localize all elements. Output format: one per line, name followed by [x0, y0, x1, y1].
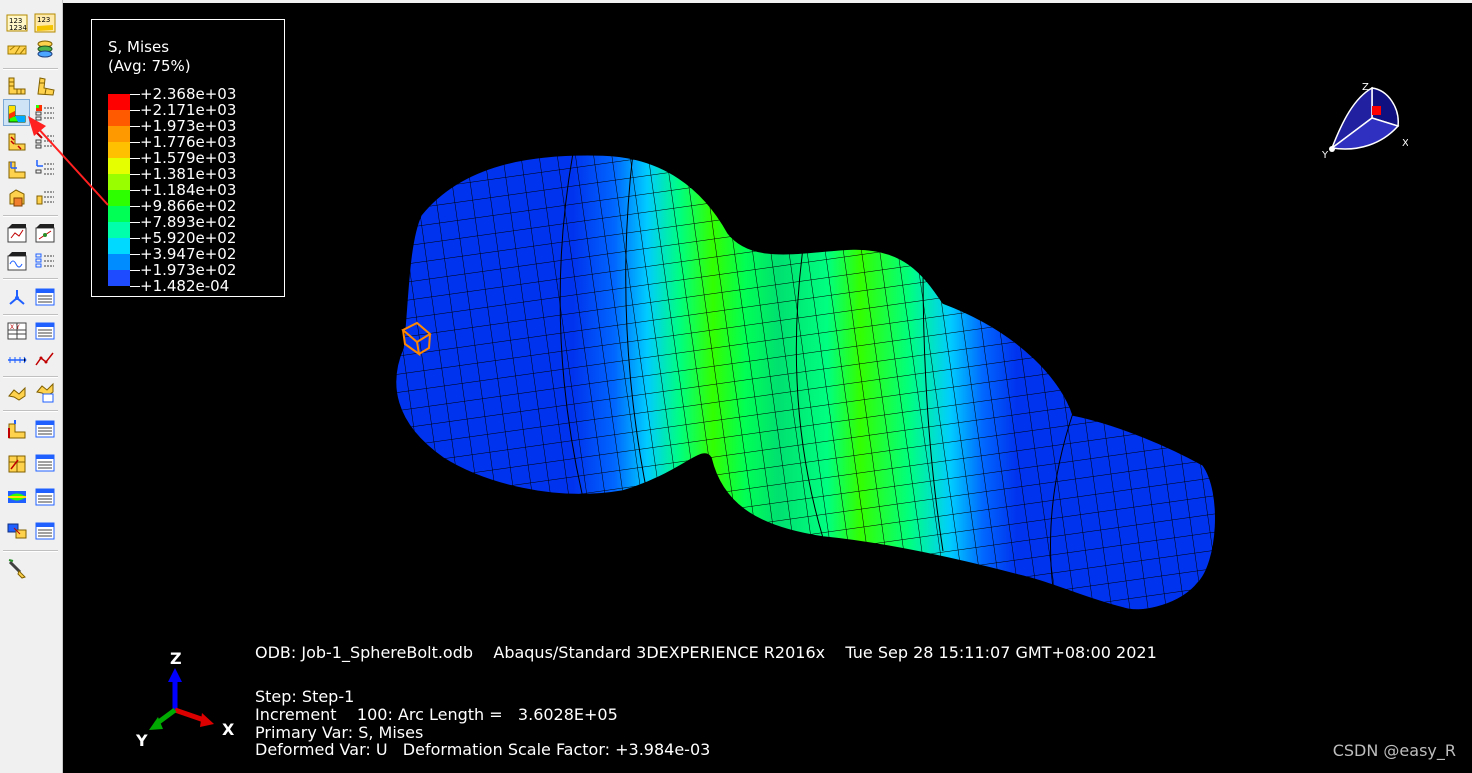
ply-stack-manager-icon[interactable]: [32, 518, 57, 543]
triad-z-label: Z: [170, 649, 182, 668]
spectrum-manager-icon[interactable]: [32, 484, 57, 509]
animate-scale-factor-icon[interactable]: [32, 220, 57, 245]
view-cube-z-label: Z: [1362, 82, 1369, 93]
legend-value: +1.381e+03: [130, 166, 236, 182]
annotation-arrow: [28, 116, 109, 206]
legend-value: +1.482e-04: [130, 278, 229, 294]
plot-undeformed-numbered-icon[interactable]: 123 1234: [4, 10, 29, 35]
legend-subtitle: (Avg: 75%): [108, 57, 191, 75]
svg-text:123: 123: [37, 16, 50, 24]
animate-time-history-icon[interactable]: [4, 220, 29, 245]
free-body-icon[interactable]: [4, 416, 29, 441]
xy-data-manager-icon[interactable]: [32, 318, 57, 343]
legend-value: +1.973e+02: [130, 262, 236, 278]
watermark-text: CSDN @easy_R: [1332, 741, 1456, 760]
legend-swatch: [108, 222, 130, 238]
stream-icon[interactable]: [4, 450, 29, 475]
legend-value: +1.776e+03: [130, 134, 236, 150]
legend-value: +1.973e+03: [130, 118, 236, 134]
increment-info-line: Increment 100: Arc Length = 3.6028E+05: [255, 705, 618, 724]
legend-swatch: [108, 238, 130, 254]
triad-y-label: Y: [135, 731, 148, 750]
legend-value: +1.184e+03: [130, 182, 236, 198]
legend-title: S, Mises: [108, 38, 170, 56]
bolt-mesh[interactable]: [363, 123, 1283, 643]
xy-data-create-icon[interactable]: X Y: [4, 318, 29, 343]
legend-value: +2.171e+03: [130, 102, 236, 118]
layers-icon[interactable]: [32, 36, 57, 61]
ply-stack-icon[interactable]: [4, 518, 29, 543]
legend-swatch: [108, 270, 130, 286]
scale-icon[interactable]: [4, 36, 29, 61]
animate-harmonic-icon[interactable]: [4, 248, 29, 273]
legend-swatch: [108, 254, 130, 270]
view-cube-y-label: Y: [1321, 150, 1329, 161]
deformed-shape-icon[interactable]: [32, 72, 57, 97]
display-group-icon[interactable]: [4, 380, 29, 405]
view-cut-icon[interactable]: [4, 284, 29, 309]
free-body-manager-icon[interactable]: [32, 416, 57, 441]
display-group-manager-icon[interactable]: [32, 380, 57, 405]
view-cube-triad[interactable]: Z X Y: [1318, 78, 1408, 163]
path-create-icon[interactable]: [4, 346, 29, 371]
legend-value: +5.920e+02: [130, 230, 236, 246]
stream-manager-icon[interactable]: [32, 450, 57, 475]
xy-plot-icon[interactable]: [32, 346, 57, 371]
paint-brush-icon[interactable]: [4, 556, 29, 581]
legend-value: +2.368e+03: [130, 86, 236, 102]
view-cut-manager-icon[interactable]: [32, 284, 57, 309]
triad-x-label: X: [222, 720, 235, 739]
odb-info-line: ODB: Job-1_SphereBolt.odb Abaqus/Standar…: [255, 643, 1157, 662]
view-cube-x-label: X: [1402, 138, 1408, 149]
deformed-var-line: Deformed Var: U Deformation Scale Factor…: [255, 740, 711, 759]
legend-value: +1.579e+03: [130, 150, 236, 166]
animation-options-icon[interactable]: [32, 248, 57, 273]
contour-legend[interactable]: S, Mises (Avg: 75%) +2.368e+03 +2.171e+03…: [91, 19, 285, 297]
legend-value: +3.947e+02: [130, 246, 236, 262]
spectrum-icon[interactable]: [4, 484, 29, 509]
legend-value: +9.866e+02: [130, 198, 236, 214]
svg-text:1234: 1234: [9, 24, 27, 32]
global-triad: Z X Y: [135, 649, 235, 750]
plot-deformed-numbered-icon[interactable]: 123: [32, 10, 57, 35]
step-info-line: Step: Step-1: [255, 687, 355, 706]
legend-value: +7.893e+02: [130, 214, 236, 230]
undeformed-shape-icon[interactable]: [4, 72, 29, 97]
legend-swatch: [108, 94, 130, 110]
